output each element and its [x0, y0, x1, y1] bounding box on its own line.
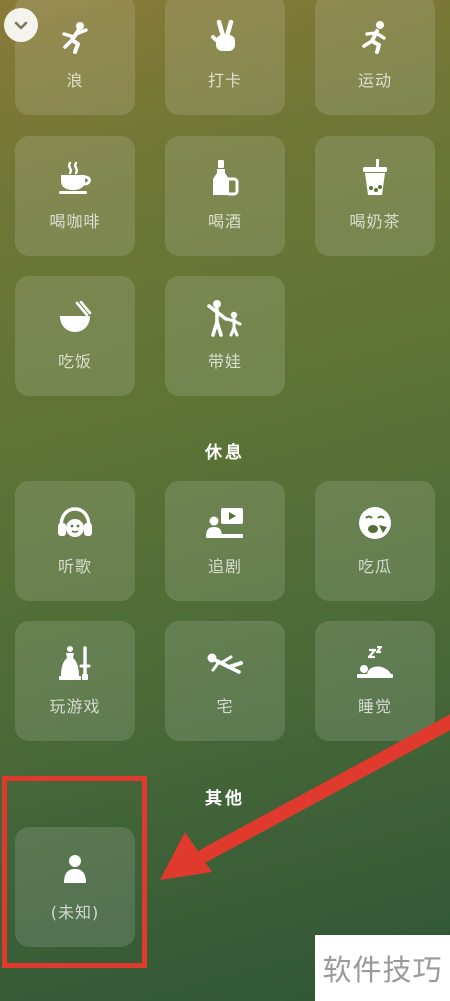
lying-person-icon: [165, 643, 285, 683]
tile-exercise[interactable]: 运动: [315, 0, 435, 115]
tile-label: 吃瓜: [357, 557, 392, 576]
tv-viewer-icon: [165, 503, 285, 543]
game-pieces-icon: [15, 643, 135, 683]
tile-childcare[interactable]: 带娃: [165, 276, 285, 396]
tile-checkin[interactable]: 打卡: [165, 0, 285, 115]
headphones-icon: [15, 503, 135, 543]
running-person-icon: [315, 17, 435, 57]
coffee-cup-icon: [15, 158, 135, 198]
tile-milk-tea[interactable]: 喝奶茶: [315, 136, 435, 256]
eating-face-icon: [315, 503, 435, 543]
highlight-box: [2, 776, 147, 968]
watermark: 软件技巧: [315, 935, 450, 1001]
tile-drink-wine[interactable]: 喝酒: [165, 136, 285, 256]
tile-play-games[interactable]: 玩游戏: [15, 621, 135, 741]
tile-label: 打卡: [207, 71, 242, 90]
tile-label: 喝咖啡: [49, 212, 101, 231]
tile-label: 吃饭: [57, 352, 92, 371]
tile-sleep[interactable]: 睡觉: [315, 621, 435, 741]
dancing-person-icon: [15, 17, 135, 57]
sleep-icon: [315, 643, 435, 683]
tile-label: 带娃: [207, 352, 242, 371]
rice-bowl-icon: [15, 298, 135, 338]
bubble-tea-icon: [315, 158, 435, 198]
parent-child-icon: [165, 298, 285, 338]
tile-label: 喝奶茶: [349, 212, 401, 231]
tile-label: 睡觉: [357, 697, 392, 716]
tile-label: 浪: [66, 71, 84, 90]
tile-label: 喝酒: [207, 212, 242, 231]
wine-bottle-icon: [165, 158, 285, 198]
tile-watch-series[interactable]: 追剧: [165, 481, 285, 601]
tile-lang[interactable]: 浪: [15, 0, 135, 115]
tile-label: 运动: [357, 71, 392, 90]
tile-label: 听歌: [57, 557, 92, 576]
victory-hand-icon: [165, 17, 285, 57]
tile-label: 玩游戏: [49, 697, 101, 716]
tile-eat[interactable]: 吃饭: [15, 276, 135, 396]
tile-eat-melon[interactable]: 吃瓜: [315, 481, 435, 601]
tile-stay-home[interactable]: 宅: [165, 621, 285, 741]
tile-label: 宅: [216, 697, 234, 716]
tile-label: 追剧: [207, 557, 242, 576]
tile-listen-music[interactable]: 听歌: [15, 481, 135, 601]
tile-coffee[interactable]: 喝咖啡: [15, 136, 135, 256]
watermark-text: 软件技巧: [322, 953, 443, 987]
section-title-rest: 休息: [205, 443, 245, 463]
